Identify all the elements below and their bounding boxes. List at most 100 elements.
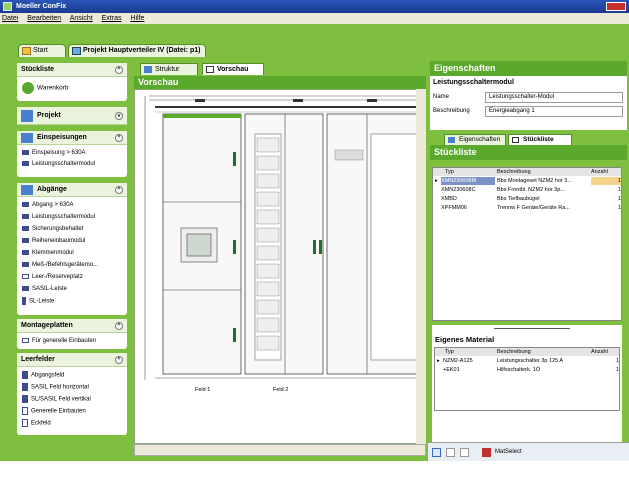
chevron-up-icon[interactable]: ^ — [115, 322, 123, 330]
section-header[interactable]: Abgänge ^ — [17, 183, 127, 197]
cart-icon — [22, 82, 34, 94]
parts-table[interactable]: Typ Beschreibung Anzahl ▸ XMN230608M Bbs… — [432, 167, 622, 321]
section-header[interactable]: Montageplatten ^ — [17, 319, 127, 333]
list-item[interactable]: Warenkorb — [22, 82, 69, 94]
section-montageplatten: Montageplatten ^ Für generelle Einbauten — [17, 319, 127, 349]
list-item[interactable]: Reiheneinbaumodul — [22, 237, 85, 246]
project-icon — [21, 110, 33, 122]
horizontal-scrollbar[interactable] — [134, 444, 426, 456]
project-icon — [72, 47, 81, 55]
vertical-scrollbar[interactable] — [416, 89, 426, 444]
section-header[interactable]: Einspeisungen ^ — [17, 131, 127, 145]
table-header: Typ Beschreibung Anzahl — [435, 348, 619, 356]
module-icon — [22, 160, 29, 166]
list-item[interactable]: Eckfeld — [22, 419, 51, 428]
properties-box: Leistungsschaltermodul Name Leistungssch… — [430, 76, 627, 130]
tab-start[interactable]: Start — [18, 44, 66, 57]
module-title: Leistungsschaltermodul — [433, 79, 514, 86]
list-item[interactable]: Leistungsschaltermodul — [22, 160, 95, 169]
own-material-table[interactable]: Typ Beschreibung Anzahl ▸ NZM2-A125 Leis… — [434, 347, 620, 411]
document-icon[interactable] — [432, 448, 441, 457]
own-material-panel: Eigenes Material Typ Beschreibung Anzahl… — [432, 325, 622, 495]
module-icon — [22, 201, 29, 207]
list-item[interactable]: Sicherungsbehaltet — [22, 225, 83, 234]
list-item[interactable]: Klemmenmodul — [22, 249, 74, 258]
section-stueckliste: Stückliste ^ Warenkorb — [17, 63, 127, 101]
tab-eigenschaften[interactable]: Eigenschaften — [444, 134, 506, 145]
close-button[interactable] — [606, 2, 626, 11]
matselect-button[interactable]: MatSelect — [482, 447, 522, 458]
list-item[interactable]: Abgangsfeld — [22, 371, 64, 380]
field-label: Feld 1 — [195, 387, 211, 393]
table-row[interactable]: XPFMM06 Trennw F Geräte/Geräte Ra... 1 — [433, 204, 621, 212]
table-row[interactable]: ▸ NZM2-A125 Leistungsschalter 3p 125 A 1 — [435, 357, 619, 365]
table-row[interactable]: XMN230608C Bbs Frontbl. NZM2 hor 3p... 1 — [433, 186, 621, 194]
module-icon — [22, 261, 29, 267]
list-item[interactable]: SASIL-Leiste — [22, 285, 67, 294]
list-item[interactable]: SASIL Feld horizontal — [22, 383, 89, 392]
table-row[interactable]: +EK01 Hilfsschalterk. 1Ö 1 — [435, 366, 619, 374]
list-item[interactable]: SL-Leiste — [22, 297, 54, 306]
chevron-down-icon[interactable]: v — [115, 112, 123, 120]
page-icon[interactable] — [446, 448, 455, 457]
menu-hilfe[interactable]: Hilfe — [130, 15, 144, 22]
tab-stueckliste[interactable]: Stückliste — [508, 134, 572, 145]
menu-ansicht[interactable]: Ansicht — [70, 15, 93, 22]
tab-struktur[interactable]: Struktur — [140, 63, 198, 75]
section-projekt: Projekt v — [17, 107, 127, 125]
properties-header: Eigenschaften — [430, 61, 627, 76]
tree-icon — [144, 66, 152, 73]
field-icon — [22, 395, 28, 403]
splitter-handle[interactable] — [494, 328, 570, 329]
list-item[interactable]: Generelle Einbauten — [22, 407, 86, 416]
menu-bar: Datei Bearbeiten Ansicht Extras Hilfe — [0, 13, 629, 24]
menu-extras[interactable]: Extras — [102, 15, 122, 22]
section-header[interactable]: Projekt v — [17, 107, 127, 125]
left-panel: Stückliste ^ Warenkorb Projekt v Einspeisu… — [0, 57, 130, 461]
preview-icon — [206, 66, 214, 73]
tab-project[interactable]: Projekt Hauptverteiler IV (Datei: p1) — [68, 44, 206, 57]
list-item[interactable]: Leistungsschaltermodul — [22, 213, 95, 222]
home-icon — [22, 47, 31, 55]
module-icon — [22, 213, 29, 219]
section-einspeisungen: Einspeisungen ^ Einspeisung > 630A Leistu… — [17, 131, 127, 177]
list-item[interactable]: Leer-/Reserveplatz — [22, 273, 83, 282]
field-icon — [22, 419, 28, 427]
list-item[interactable]: Abgang > 630A — [22, 201, 74, 210]
section-header[interactable]: Stückliste ^ — [17, 63, 127, 77]
list-item[interactable]: Einspeisung > 630A — [22, 149, 86, 158]
list-item[interactable]: Meß-/Befehlsgerätemo... — [22, 261, 98, 270]
module-icon — [22, 149, 29, 155]
chevron-up-icon[interactable]: ^ — [115, 186, 123, 194]
table-row[interactable]: ▸ XMN230608M Bbs Montageset NZM2 hor 3..… — [433, 177, 621, 185]
blank-icon[interactable] — [460, 448, 469, 457]
plate-icon — [22, 337, 29, 343]
name-field[interactable]: Leistungsschalter-Modul — [485, 92, 623, 103]
tab-vorschau[interactable]: Vorschau — [202, 63, 264, 75]
list-item[interactable]: SL/SASIL Feld vertikal — [22, 395, 91, 404]
preview-header: Vorschau — [134, 76, 426, 89]
chevron-up-icon[interactable]: ^ — [115, 356, 123, 364]
table-row[interactable]: XMBD Bbs Tiefbaubügel 1 — [433, 195, 621, 203]
empty-slot-icon — [22, 273, 29, 279]
description-field[interactable]: Energieabgang 1 — [485, 106, 623, 117]
field-icon — [22, 407, 28, 415]
module-icon — [22, 285, 29, 291]
switchboard-drawing[interactable]: Feld 1 Feld 2 — [134, 89, 426, 444]
bottom-toolbar: MatSelect — [428, 442, 629, 461]
chevron-up-icon[interactable]: ^ — [115, 66, 123, 74]
menu-bearbeiten[interactable]: Bearbeiten — [27, 15, 61, 22]
feed-icon — [21, 133, 33, 143]
outgoing-icon — [21, 185, 33, 195]
section-abgaenge: Abgänge ^ Abgang > 630A Leistungsschalter… — [17, 183, 127, 315]
right-panel: Eigenschaften Leistungsschaltermodul Nam… — [428, 57, 629, 495]
rail-icon — [22, 297, 26, 305]
section-header[interactable]: Leerfelder ^ — [17, 353, 127, 367]
menu-datei[interactable]: Datei — [2, 15, 18, 22]
list-item[interactable]: Für generelle Einbauten — [22, 337, 96, 346]
matselect-icon — [482, 448, 491, 457]
section-leerfelder: Leerfelder ^ Abgangsfeld SASIL Feld horiz… — [17, 353, 127, 435]
title-bar: Moeller ConFix — [0, 0, 629, 13]
properties-icon — [448, 137, 455, 143]
chevron-up-icon[interactable]: ^ — [115, 134, 123, 142]
